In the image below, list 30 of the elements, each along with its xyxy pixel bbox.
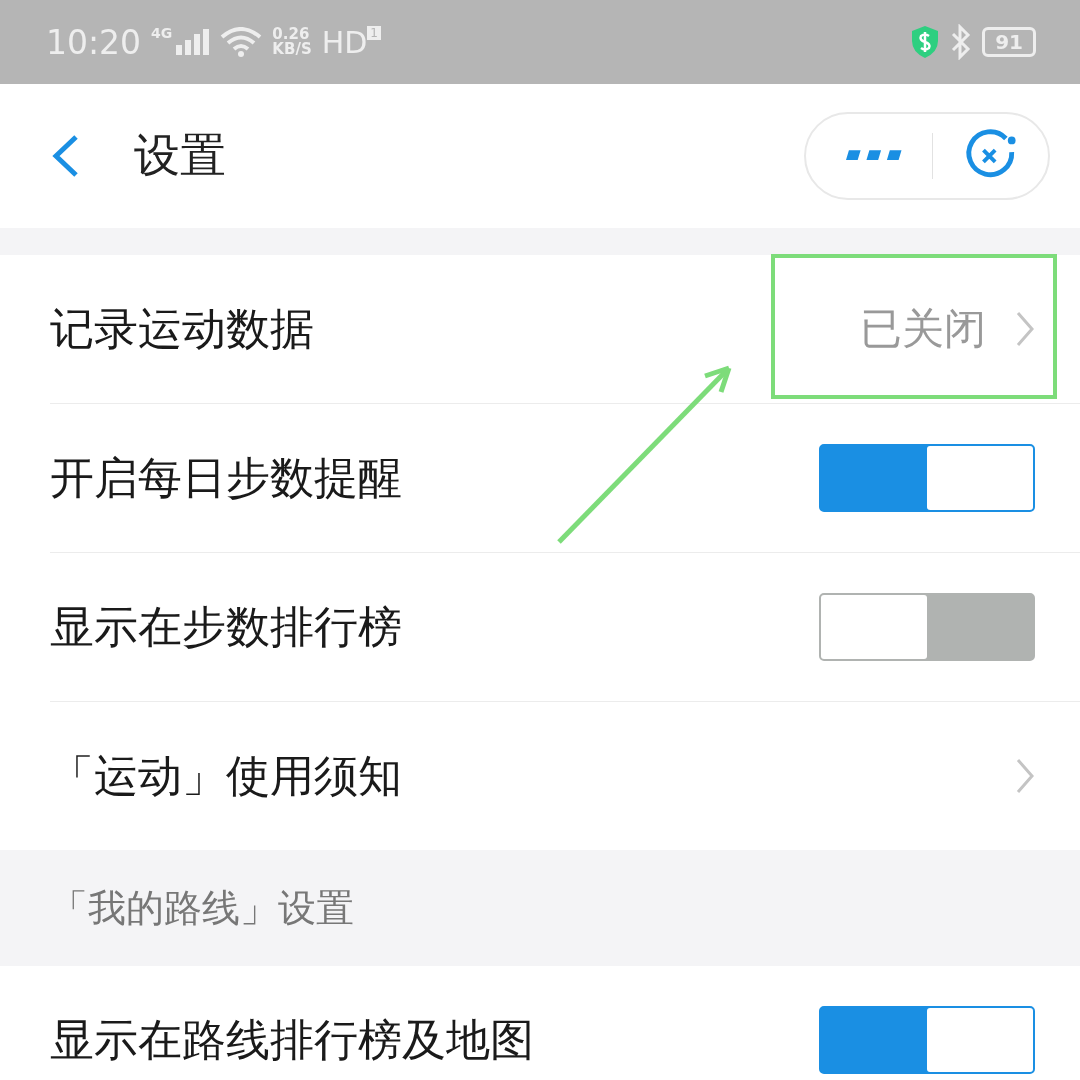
speed-unit: KB/S [272,42,312,57]
chevron-icon [1016,311,1034,347]
wifi-icon [220,27,263,57]
row-label: 开启每日步数提醒 [50,450,402,505]
sim-badge: 1 [367,25,381,40]
settings-row[interactable]: 「运动」使用须知 [50,702,1080,850]
toggle-switch[interactable] [819,1006,1035,1074]
row-label: 显示在步数排行榜 [50,599,402,654]
settings-row[interactable]: 记录运动数据 已关闭 [50,255,1080,404]
bluetooth-icon [950,24,973,60]
hd-indicator: HD [321,24,368,60]
shield-icon [910,25,941,59]
more-icon[interactable] [846,150,903,162]
toggle-switch[interactable] [819,593,1035,661]
settings-row[interactable]: 显示在步数排行榜 [50,553,1080,702]
chevron-icon [1016,758,1034,794]
net-speed: 0.26 [272,27,310,42]
toggle-switch[interactable] [819,444,1035,512]
page-title: 设置 [134,127,227,184]
row-label: 显示在路线排行榜及地图 [50,1012,534,1067]
section-header: 「我的路线」设置 [50,884,354,932]
network-type: 4G [151,25,173,41]
back-icon[interactable] [50,134,80,178]
battery-icon: 91 [982,27,1036,57]
row-value: 已关闭 [860,303,986,355]
row-label: 记录运动数据 [50,301,314,356]
status-time: 10:20 [46,22,142,62]
settings-row[interactable]: 开启每日步数提醒 [50,404,1080,553]
signal-icon [176,29,211,55]
row-label: 「运动」使用须知 [50,748,402,803]
